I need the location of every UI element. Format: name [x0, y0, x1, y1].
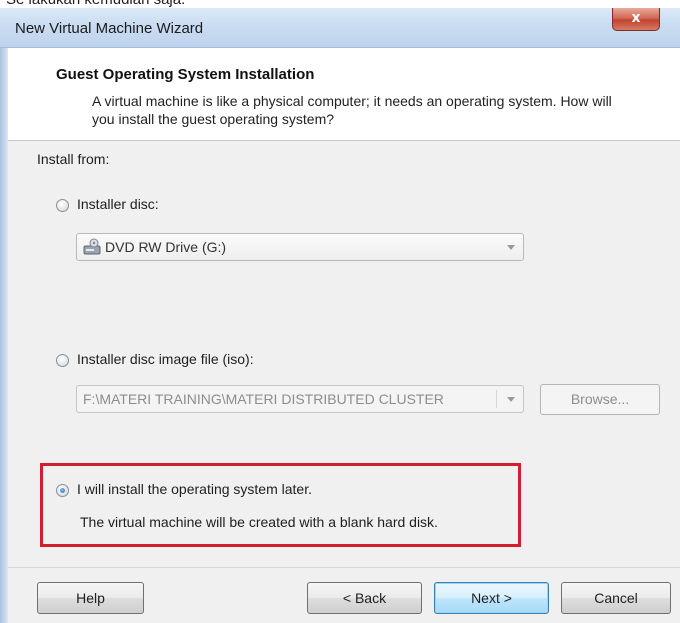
cancel-button[interactable]: Cancel — [561, 582, 671, 614]
caption-text: Se lakukan kemudian saja. — [6, 0, 185, 8]
close-icon: x — [631, 10, 641, 26]
chevron-down-icon — [507, 245, 515, 250]
install-later-label[interactable]: I will install the operating system late… — [77, 481, 312, 497]
installer-disc-label[interactable]: Installer disc: — [77, 196, 159, 212]
wizard-window: New Virtual Machine Wizard x Guest Opera… — [0, 8, 680, 623]
page-description: A virtual machine is like a physical com… — [92, 93, 612, 127]
wizard-header: Guest Operating System Installation A vi… — [8, 48, 680, 141]
chevron-down-icon — [507, 397, 515, 402]
disc-drive-select[interactable]: DVD RW Drive (G:) — [76, 233, 524, 261]
title-bar[interactable]: New Virtual Machine Wizard x — [0, 8, 680, 48]
window-title: New Virtual Machine Wizard — [15, 20, 204, 37]
install-from-label: Install from: — [37, 151, 110, 167]
install-later-note: The virtual machine will be created with… — [80, 514, 438, 530]
dvd-drive-icon — [83, 238, 101, 255]
iso-path-select[interactable]: F:\MATERI TRAINING\MATERI DISTRIBUTED CL… — [76, 385, 524, 413]
close-button[interactable]: x — [612, 8, 660, 31]
browse-button[interactable]: Browse... — [540, 384, 660, 415]
installer-disc-radio[interactable] — [56, 199, 69, 212]
iso-path-value: F:\MATERI TRAINING\MATERI DISTRIBUTED CL… — [83, 391, 444, 407]
back-button[interactable]: < Back — [307, 582, 422, 614]
iso-image-radio[interactable] — [56, 354, 69, 367]
disc-drive-value: DVD RW Drive (G:) — [105, 239, 227, 255]
combo-separator — [496, 390, 497, 408]
iso-image-label[interactable]: Installer disc image file (iso): — [77, 351, 254, 367]
next-button[interactable]: Next > — [434, 582, 549, 614]
window-left-edge — [0, 8, 8, 623]
page-title: Guest Operating System Installation — [56, 66, 315, 83]
help-button[interactable]: Help — [37, 582, 144, 614]
footer-divider — [8, 567, 680, 568]
highlight-box — [40, 463, 521, 547]
install-later-radio[interactable] — [56, 484, 69, 497]
